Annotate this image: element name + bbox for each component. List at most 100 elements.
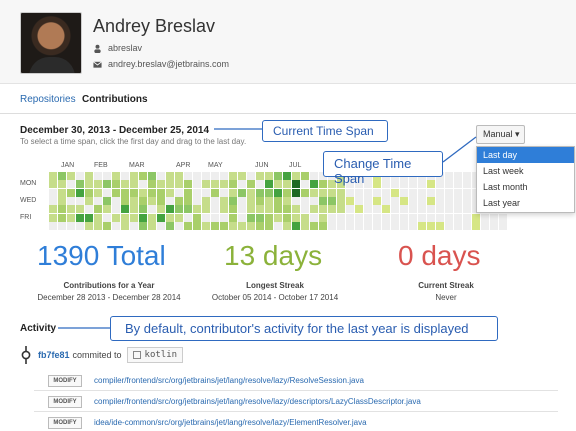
calendar-day-cell[interactable]: [238, 180, 246, 189]
calendar-day-cell[interactable]: [94, 205, 102, 214]
calendar-day-cell[interactable]: [211, 196, 219, 205]
calendar-day-cell[interactable]: [328, 188, 336, 197]
calendar-day-cell[interactable]: [391, 180, 399, 189]
calendar-day-cell[interactable]: [184, 172, 192, 180]
calendar-day-cell[interactable]: [103, 221, 111, 230]
calendar-day-cell[interactable]: [211, 188, 219, 197]
calendar-day-cell[interactable]: [409, 196, 417, 205]
calendar-day-cell[interactable]: [445, 180, 453, 189]
calendar-day-cell[interactable]: [328, 221, 336, 230]
calendar-day-cell[interactable]: [409, 205, 417, 214]
calendar-day-cell[interactable]: [427, 221, 435, 230]
calendar-day-cell[interactable]: [373, 221, 381, 230]
calendar-day-cell[interactable]: [184, 188, 192, 197]
calendar-day-cell[interactable]: [49, 221, 57, 230]
calendar-day-cell[interactable]: [391, 196, 399, 205]
calendar-day-cell[interactable]: [121, 180, 129, 189]
calendar-day-cell[interactable]: [202, 180, 210, 189]
calendar-day-cell[interactable]: [355, 221, 363, 230]
calendar-day-cell[interactable]: [220, 180, 228, 189]
calendar-day-cell[interactable]: [85, 213, 93, 222]
calendar-day-cell[interactable]: [184, 213, 192, 222]
calendar-day-cell[interactable]: [229, 188, 237, 197]
calendar-day-cell[interactable]: [256, 213, 264, 222]
calendar-day-cell[interactable]: [265, 221, 273, 230]
calendar-day-cell[interactable]: [220, 221, 228, 230]
calendar-day-cell[interactable]: [382, 205, 390, 214]
calendar-day-cell[interactable]: [355, 213, 363, 222]
calendar-day-cell[interactable]: [76, 221, 84, 230]
calendar-day-cell[interactable]: [130, 196, 138, 205]
calendar-day-cell[interactable]: [49, 172, 57, 180]
calendar-day-cell[interactable]: [130, 172, 138, 180]
calendar-day-cell[interactable]: [58, 188, 66, 197]
calendar-day-cell[interactable]: [229, 221, 237, 230]
calendar-day-cell[interactable]: [274, 213, 282, 222]
menu-item-last-year[interactable]: Last year: [477, 195, 574, 211]
calendar-day-cell[interactable]: [67, 205, 75, 214]
calendar-day-cell[interactable]: [472, 213, 480, 222]
calendar-day-cell[interactable]: [454, 221, 462, 230]
calendar-day-cell[interactable]: [418, 188, 426, 197]
calendar-day-cell[interactable]: [481, 213, 489, 222]
calendar-day-cell[interactable]: [400, 213, 408, 222]
calendar-day-cell[interactable]: [346, 196, 354, 205]
calendar-day-cell[interactable]: [364, 221, 372, 230]
calendar-day-cell[interactable]: [382, 180, 390, 189]
calendar-day-cell[interactable]: [265, 180, 273, 189]
calendar-day-cell[interactable]: [382, 221, 390, 230]
calendar-day-cell[interactable]: [301, 172, 309, 180]
calendar-day-cell[interactable]: [292, 213, 300, 222]
calendar-day-cell[interactable]: [400, 205, 408, 214]
calendar-day-cell[interactable]: [364, 205, 372, 214]
calendar-day-cell[interactable]: [445, 205, 453, 214]
calendar-day-cell[interactable]: [139, 172, 147, 180]
tab-contributions[interactable]: Contributions: [82, 94, 148, 105]
calendar-day-cell[interactable]: [157, 213, 165, 222]
calendar-day-cell[interactable]: [58, 205, 66, 214]
calendar-day-cell[interactable]: [445, 188, 453, 197]
calendar-day-cell[interactable]: [400, 188, 408, 197]
calendar-day-cell[interactable]: [355, 196, 363, 205]
calendar-day-cell[interactable]: [409, 221, 417, 230]
calendar-day-cell[interactable]: [184, 180, 192, 189]
calendar-day-cell[interactable]: [481, 221, 489, 230]
calendar-day-cell[interactable]: [103, 172, 111, 180]
calendar-day-cell[interactable]: [130, 213, 138, 222]
calendar-day-cell[interactable]: [436, 196, 444, 205]
calendar-day-cell[interactable]: [301, 188, 309, 197]
time-span-dropdown[interactable]: Manual ▾: [476, 125, 525, 144]
calendar-day-cell[interactable]: [337, 221, 345, 230]
calendar-day-cell[interactable]: [148, 196, 156, 205]
calendar-day-cell[interactable]: [292, 221, 300, 230]
calendar-day-cell[interactable]: [166, 172, 174, 180]
calendar-day-cell[interactable]: [409, 188, 417, 197]
calendar-day-cell[interactable]: [103, 188, 111, 197]
calendar-day-cell[interactable]: [301, 180, 309, 189]
calendar-day-cell[interactable]: [292, 172, 300, 180]
calendar-day-cell[interactable]: [175, 196, 183, 205]
calendar-day-cell[interactable]: [85, 188, 93, 197]
calendar-day-cell[interactable]: [175, 221, 183, 230]
calendar-day-cell[interactable]: [418, 205, 426, 214]
calendar-day-cell[interactable]: [94, 213, 102, 222]
calendar-day-cell[interactable]: [238, 221, 246, 230]
calendar-day-cell[interactable]: [454, 196, 462, 205]
calendar-day-cell[interactable]: [346, 221, 354, 230]
calendar-day-cell[interactable]: [292, 196, 300, 205]
calendar-day-cell[interactable]: [112, 180, 120, 189]
calendar-day-cell[interactable]: [310, 196, 318, 205]
calendar-day-cell[interactable]: [445, 196, 453, 205]
calendar-day-cell[interactable]: [130, 205, 138, 214]
calendar-day-cell[interactable]: [274, 221, 282, 230]
calendar-day-cell[interactable]: [139, 196, 147, 205]
calendar-day-cell[interactable]: [157, 221, 165, 230]
calendar-day-cell[interactable]: [418, 213, 426, 222]
calendar-day-cell[interactable]: [211, 221, 219, 230]
calendar-day-cell[interactable]: [292, 205, 300, 214]
calendar-day-cell[interactable]: [121, 213, 129, 222]
calendar-day-cell[interactable]: [310, 205, 318, 214]
calendar-day-cell[interactable]: [328, 196, 336, 205]
calendar-day-cell[interactable]: [454, 180, 462, 189]
calendar-day-cell[interactable]: [292, 180, 300, 189]
